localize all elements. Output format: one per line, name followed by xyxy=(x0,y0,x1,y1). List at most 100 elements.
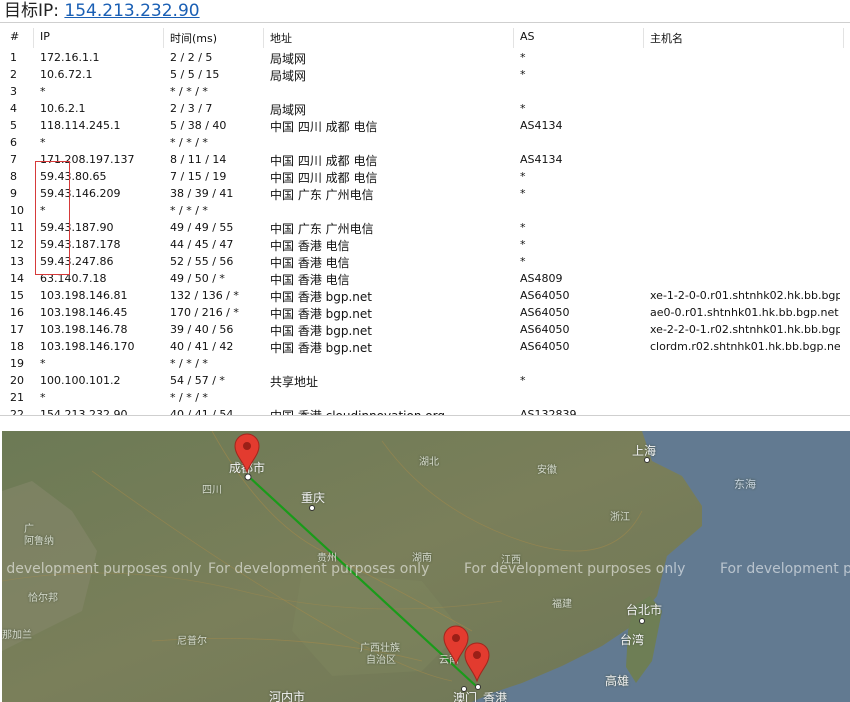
prov-sichuan: 四川 xyxy=(202,485,222,496)
hop-time: 38 / 39 / 41 xyxy=(170,187,234,200)
col-num[interactable]: # xyxy=(10,30,34,43)
city-shanghai: 上海 xyxy=(632,444,657,458)
hop-as: AS4134 xyxy=(520,119,563,132)
hop-as: * xyxy=(520,68,526,81)
table-row[interactable]: 15 103.198.146.81 132 / 136 / * 中国 香港 bgp.n… xyxy=(0,288,850,305)
hop-location: 局域网 xyxy=(270,52,307,66)
hop-as: * xyxy=(520,51,526,64)
watermark-2: For development purposes only xyxy=(208,561,430,577)
hop-as: AS132839 xyxy=(520,408,577,416)
route-map[interactable]: 成都市 重庆 上海 台北市 台湾 高雄 澳门 香港 河内市 四川 湖北 安徽 浙… xyxy=(2,431,850,702)
col-as[interactable]: AS xyxy=(520,30,645,43)
prov-nagaland: 恰尔邦 xyxy=(28,593,58,604)
hop-time: * / * / * xyxy=(170,204,208,217)
table-row[interactable]: 14 63.140.7.18 49 / 50 / * 中国 香港 电信 AS4809 xyxy=(0,271,850,288)
hop-time: 7 / 15 / 19 xyxy=(170,170,227,183)
table-row[interactable]: 12 59.43.187.178 44 / 45 / 47 中国 香港 电信 * xyxy=(0,237,850,254)
hop-hostname: clordm.r02.shtnhk01.hk.bb.bgp.net xyxy=(650,340,840,353)
hop-location: 中国 香港 bgp.net xyxy=(270,290,372,304)
table-row[interactable]: 16 103.198.146.45 170 / 216 / * 中国 香港 bgp.n… xyxy=(0,305,850,322)
table-row[interactable]: 17 103.198.146.78 39 / 40 / 56 中国 香港 bgp.ne… xyxy=(0,322,850,339)
hop-as: * xyxy=(520,374,526,387)
hop-number: 8 xyxy=(10,170,17,183)
hop-number: 12 xyxy=(10,238,24,251)
table-row[interactable]: 6 * * / * / * xyxy=(0,135,850,152)
table-row[interactable]: 1 172.16.1.1 2 / 2 / 5 局域网 * xyxy=(0,50,850,67)
hop-ip: 100.100.101.2 xyxy=(40,374,121,387)
hop-ip: * xyxy=(40,357,46,370)
prov-yunnan: 尼普尔 xyxy=(177,636,207,647)
hop-time: 40 / 41 / 54 xyxy=(170,408,234,416)
hop-number: 2 xyxy=(10,68,17,81)
col-host[interactable]: 主机名 xyxy=(650,30,840,46)
watermark-3: For development purposes only xyxy=(464,561,686,577)
pin-hongkong-icon[interactable] xyxy=(464,642,490,682)
table-row[interactable]: 20 100.100.101.2 54 / 57 / * 共享地址 * xyxy=(0,373,850,390)
hop-location: 中国 广东 广州电信 xyxy=(270,222,374,236)
hop-time: 54 / 57 / * xyxy=(170,374,225,387)
table-row[interactable]: 3 * * / * / * xyxy=(0,84,850,101)
hop-ip: 103.198.146.170 xyxy=(40,340,135,353)
hop-number: 10 xyxy=(10,204,24,217)
hop-time: 5 / 38 / 40 xyxy=(170,119,227,132)
hop-time: 132 / 136 / * xyxy=(170,289,239,302)
pin-chengdu-icon[interactable] xyxy=(234,433,260,473)
hop-number: 19 xyxy=(10,357,24,370)
hop-time: 40 / 41 / 42 xyxy=(170,340,234,353)
hop-ip: 59.43.187.178 xyxy=(40,238,121,251)
table-row[interactable]: 22 154.213.232.90 40 / 41 / 54 中国 香港 cloudi… xyxy=(0,407,850,416)
hop-number: 18 xyxy=(10,340,24,353)
hop-time: * / * / * xyxy=(170,391,208,404)
hop-number: 22 xyxy=(10,408,24,416)
hop-as: AS64050 xyxy=(520,323,570,336)
table-row[interactable]: 2 10.6.72.1 5 / 5 / 15 局域网 * xyxy=(0,67,850,84)
table-row[interactable]: 18 103.198.146.170 40 / 41 / 42 中国 香港 bgp.n… xyxy=(0,339,850,356)
prov-fujian: 福建 xyxy=(552,599,572,610)
table-row[interactable]: 4 10.6.2.1 2 / 3 / 7 局域网 * xyxy=(0,101,850,118)
hop-ip: 59.43.187.90 xyxy=(40,221,114,234)
col-ip[interactable]: IP xyxy=(40,30,165,43)
hop-time: 52 / 55 / 56 xyxy=(170,255,234,268)
traceroute-table: # IP 时间(ms) 地址 AS 主机名 1 172.16.1.1 2 / 2 /… xyxy=(0,22,850,416)
prov-manipur: 那加兰 xyxy=(2,630,32,641)
col-time[interactable]: 时间(ms) xyxy=(170,30,265,46)
table-row[interactable]: 21 * * / * / * xyxy=(0,390,850,407)
hop-hostname: xe-1-2-0-0.r01.shtnhk02.hk.bb.bgp... xyxy=(650,289,840,302)
table-row[interactable]: 13 59.43.247.86 52 / 55 / 56 中国 香港 电信 * xyxy=(0,254,850,271)
table-row[interactable]: 11 59.43.187.90 49 / 49 / 55 中国 广东 广州电信 * xyxy=(0,220,850,237)
hop-as: * xyxy=(520,170,526,183)
hop-as: AS4134 xyxy=(520,153,563,166)
watermark-1: For development purposes only xyxy=(2,561,202,577)
hop-as: AS64050 xyxy=(520,306,570,319)
hop-time: 5 / 5 / 15 xyxy=(170,68,220,81)
hop-time: 39 / 40 / 56 xyxy=(170,323,234,336)
hop-location: 中国 四川 成都 电信 xyxy=(270,120,378,134)
table-row[interactable]: 9 59.43.146.209 38 / 39 / 41 中国 广东 广州电信 * xyxy=(0,186,850,203)
table-row[interactable]: 5 118.114.245.1 5 / 38 / 40 中国 四川 成都 电信 AS41… xyxy=(0,118,850,135)
hop-location: 中国 香港 电信 xyxy=(270,273,350,287)
hop-location: 中国 香港 电信 xyxy=(270,239,350,253)
table-row[interactable]: 10 * * / * / * xyxy=(0,203,850,220)
hop-ip: * xyxy=(40,204,46,217)
hop-time: 8 / 11 / 14 xyxy=(170,153,227,166)
city-hanoi: 河内市 xyxy=(269,690,306,702)
hop-number: 15 xyxy=(10,289,24,302)
hop-ip: * xyxy=(40,136,46,149)
prov-guangxi-2: 自治区 xyxy=(366,655,396,666)
hop-location: 共享地址 xyxy=(270,375,319,389)
table-row[interactable]: 7 171.208.197.137 8 / 11 / 14 中国 四川 成都 电信 AS… xyxy=(0,152,850,169)
hop-ip: 171.208.197.137 xyxy=(40,153,135,166)
hop-number: 17 xyxy=(10,323,24,336)
hop-time: * / * / * xyxy=(170,136,208,149)
col-location[interactable]: 地址 xyxy=(270,30,515,46)
hop-time: 2 / 3 / 7 xyxy=(170,102,213,115)
label-taiwan: 台湾 xyxy=(620,633,645,647)
table-row[interactable]: 19 * * / * / * xyxy=(0,356,850,373)
table-header: # IP 时间(ms) 地址 AS 主机名 xyxy=(0,26,850,48)
table-row[interactable]: 8 59.43.80.65 7 / 15 / 19 中国 四川 成都 电信 * xyxy=(0,169,850,186)
hop-time: * / * / * xyxy=(170,357,208,370)
hop-number: 20 xyxy=(10,374,24,387)
hop-ip: 103.198.146.78 xyxy=(40,323,128,336)
hop-hostname: ae0-0.r01.shtnhk01.hk.bb.bgp.net xyxy=(650,306,839,319)
target-ip-link[interactable]: 154.213.232.90 xyxy=(64,1,199,21)
